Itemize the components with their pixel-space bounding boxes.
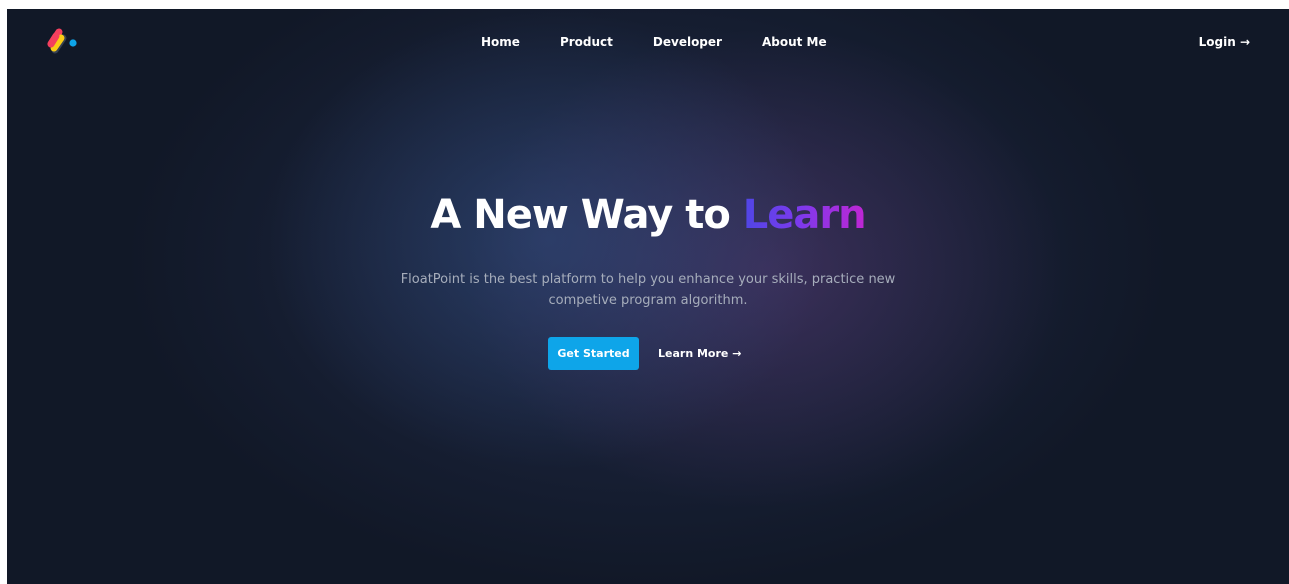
hero-actions: Get Started Learn More →	[548, 337, 741, 370]
nav-link-about-me[interactable]: About Me	[762, 35, 827, 49]
hero-title-main: A New Way to	[430, 192, 743, 238]
hero-title: A New Way to Learn	[7, 192, 1289, 238]
login-link[interactable]: Login →	[1199, 35, 1250, 49]
floatpoint-logo-icon[interactable]	[45, 26, 81, 60]
page-frame: Home Product Developer About Me Login → …	[7, 9, 1289, 584]
learn-more-link[interactable]: Learn More →	[658, 347, 741, 360]
nav-link-developer[interactable]: Developer	[653, 35, 722, 49]
get-started-button[interactable]: Get Started	[548, 337, 639, 370]
nav-link-product[interactable]: Product	[560, 35, 613, 49]
main-nav: Home Product Developer About Me	[481, 35, 867, 49]
hero-title-accent: Learn	[742, 192, 867, 238]
nav-link-home[interactable]: Home	[481, 35, 520, 49]
hero-subtitle: FloatPoint is the best platform to help …	[400, 272, 896, 308]
